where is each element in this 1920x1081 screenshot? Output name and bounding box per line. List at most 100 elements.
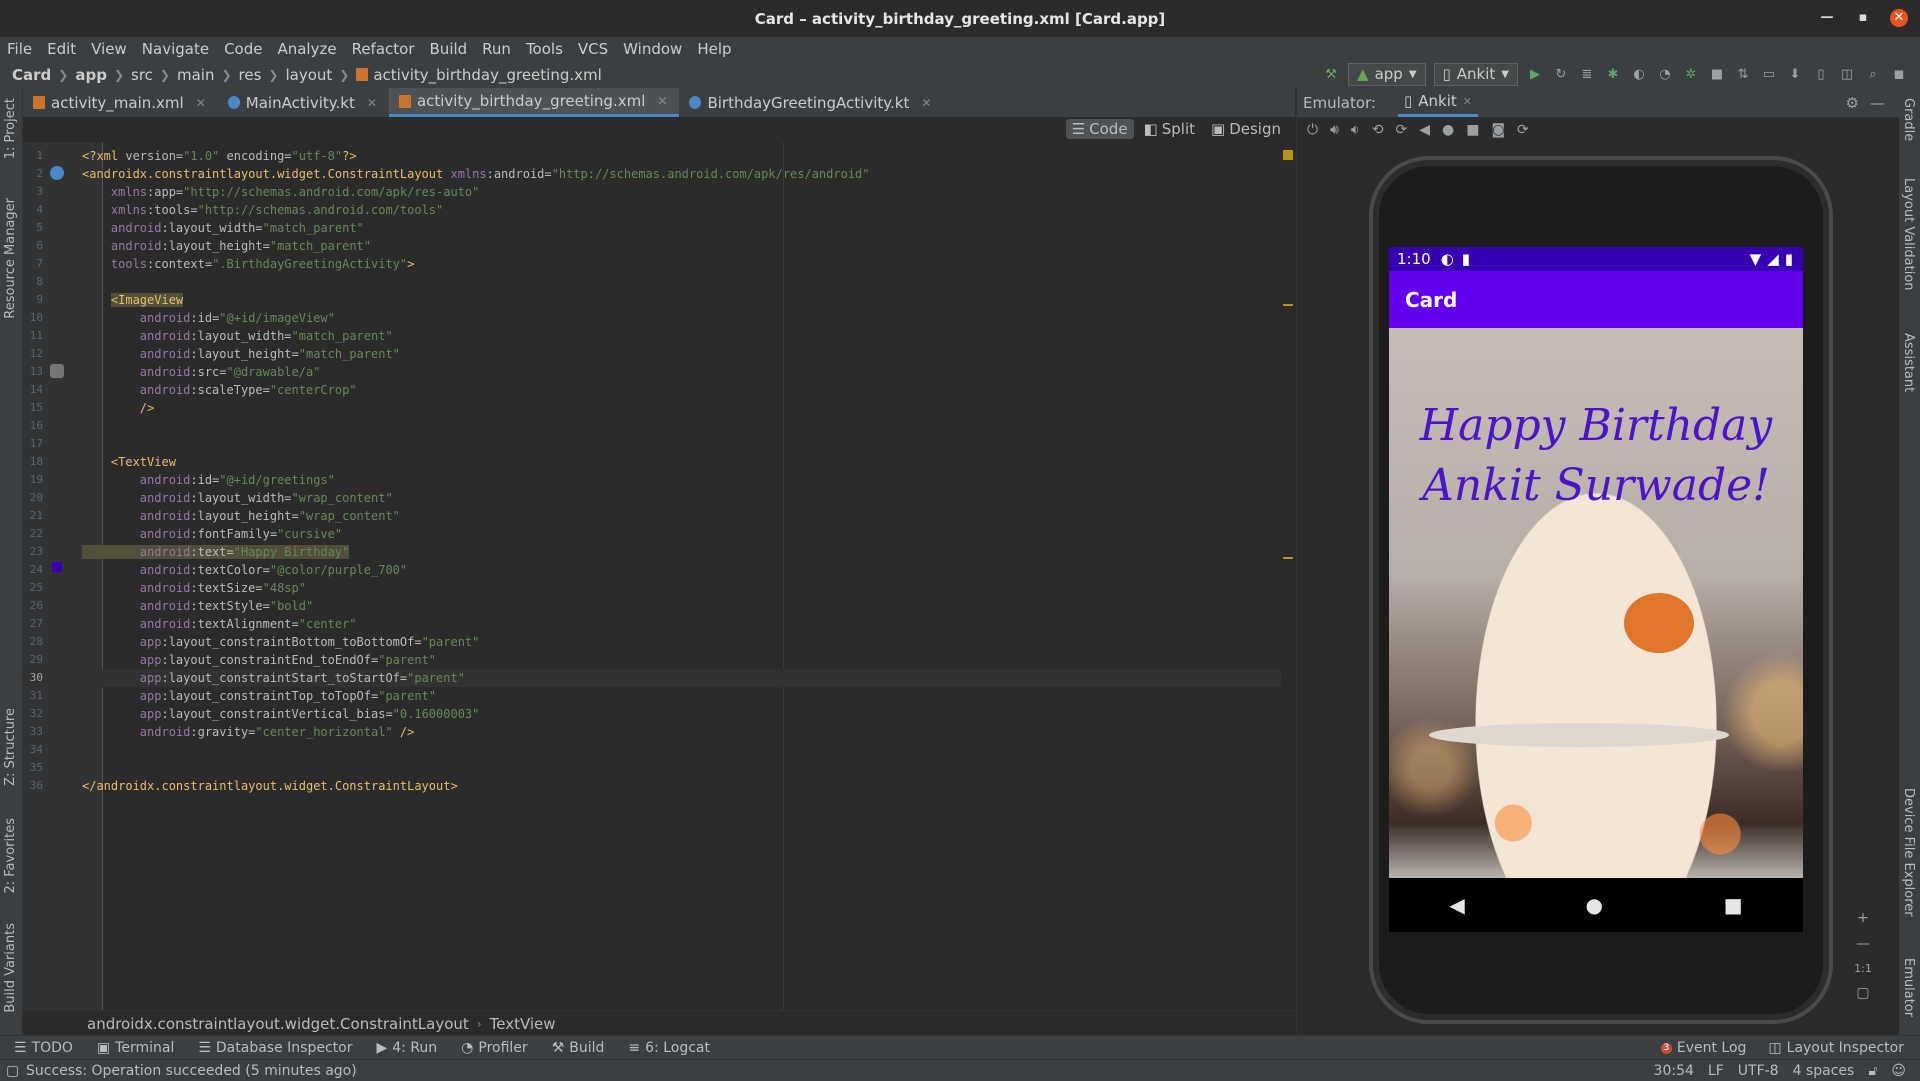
code-line[interactable]: 1 <?xml version="1.0" encoding="utf-8"?> (23, 147, 1295, 165)
run-icon[interactable]: ▶ (1526, 66, 1544, 84)
code-line[interactable]: 23 android:text="Happy Birthday" (23, 543, 1295, 561)
code-line[interactable]: 8 (23, 273, 1295, 291)
layout-inspector-button[interactable]: ◫ Layout Inspector (1768, 1040, 1904, 1056)
code-line[interactable]: 20 android:layout_width="wrap_content" (23, 489, 1295, 507)
tab-activity-main[interactable]: activity_main.xml ✕ (23, 88, 218, 117)
avd-manager-icon[interactable]: ▭ (1760, 66, 1778, 84)
code-line[interactable]: 36 </androidx.constraintlayout.widget.Con… (23, 777, 1295, 795)
code-line[interactable]: 2 <androidx.constraintlayout.widget.Const… (23, 165, 1295, 183)
overview-icon[interactable]: ■ (1466, 122, 1479, 138)
rotate-left-icon[interactable]: ⟲ (1372, 122, 1384, 138)
breadcrumb-app[interactable]: app (75, 66, 107, 84)
emulator-device-tab[interactable]: ▯ Ankit ✕ (1397, 88, 1478, 117)
zoom-in-icon[interactable]: + (1857, 910, 1869, 926)
event-log-button[interactable]: 3 Event Log (1660, 1040, 1746, 1056)
database-inspector-tool-button[interactable]: ☰ Database Inspector (198, 1040, 352, 1056)
device-file-explorer-tool-tab[interactable]: Device File Explorer (1901, 788, 1916, 917)
breadcrumb-file[interactable]: activity_birthday_greeting.xml (373, 66, 601, 84)
run-config-select[interactable]: ▲ app ▼ (1348, 63, 1426, 86)
close-tab-icon[interactable]: ✕ (1463, 95, 1472, 108)
volume-down-icon[interactable]: 🔉︎ (1351, 122, 1360, 138)
menu-navigate[interactable]: Navigate (135, 40, 217, 58)
device-manager-icon[interactable]: ▯ (1812, 66, 1830, 84)
zoom-fit-icon[interactable]: ▢ (1856, 985, 1869, 1001)
account-icon[interactable]: ◼ (1890, 66, 1908, 84)
code-line[interactable]: 29 app:layout_constraintEnd_toEndOf="par… (23, 651, 1295, 669)
code-line[interactable]: 16 (23, 417, 1295, 435)
menu-analyze[interactable]: Analyze (270, 40, 344, 58)
zoom-out-icon[interactable]: — (1856, 936, 1870, 952)
nav-back-icon[interactable]: ◀ (1449, 893, 1464, 917)
profile-icon[interactable]: ◔ (1656, 66, 1674, 84)
menu-edit[interactable]: Edit (40, 40, 84, 58)
search-icon[interactable]: ⌕ (1864, 66, 1882, 84)
close-tab-icon[interactable]: ✕ (196, 96, 206, 110)
code-line[interactable]: 14 android:scaleType="centerCrop" (23, 381, 1295, 399)
hammer-icon[interactable]: ⚒ (1322, 66, 1340, 84)
project-tool-tab[interactable]: 1: Project (3, 98, 18, 159)
menu-vcs[interactable]: VCS (571, 40, 616, 58)
close-icon[interactable]: ✕ (1890, 9, 1908, 27)
back-icon[interactable]: ◀ (1419, 122, 1430, 138)
code-line[interactable]: 19 android:id="@+id/greetings" (23, 471, 1295, 489)
stop-icon[interactable]: ■ (1708, 66, 1726, 84)
code-line[interactable]: 6 android:layout_height="match_parent" (23, 237, 1295, 255)
menu-refactor[interactable]: Refactor (345, 40, 423, 58)
split-mode-button[interactable]: ◧ Split (1138, 119, 1201, 139)
inspector-icon[interactable]: ☺ (1891, 1063, 1906, 1079)
nav-recents-icon[interactable]: ■ (1724, 893, 1743, 917)
terminal-tool-button[interactable]: ▣ Terminal (97, 1040, 174, 1056)
code-line[interactable]: 24 android:textColor="@color/purple_700" (23, 561, 1295, 579)
code-line[interactable]: 22 android:fontFamily="cursive" (23, 525, 1295, 543)
emulator-tool-tab[interactable]: Emulator (1901, 958, 1916, 1017)
close-tab-icon[interactable]: ✕ (657, 94, 667, 108)
status-panel-icon[interactable]: ▢ (6, 1063, 19, 1079)
layout-inspector-icon[interactable]: ◫ (1838, 66, 1856, 84)
menu-code[interactable]: Code (217, 40, 270, 58)
menu-build[interactable]: Build (423, 40, 476, 58)
tab-birthday-greeting-activity[interactable]: BirthdayGreetingActivity.kt ✕ (679, 88, 943, 117)
snapshot-icon[interactable]: ⟳ (1517, 122, 1529, 138)
profiler-tool-button[interactable]: ◔ Profiler (461, 1040, 528, 1056)
tab-main-activity[interactable]: MainActivity.kt ✕ (218, 88, 389, 117)
code-line[interactable]: 3 xmlns:app="http://schemas.android.com/… (23, 183, 1295, 201)
volume-up-icon[interactable]: 🔊︎ (1330, 122, 1339, 138)
code-line[interactable]: 17 (23, 435, 1295, 453)
menu-window[interactable]: Window (616, 40, 690, 58)
menu-view[interactable]: View (84, 40, 135, 58)
device-screen[interactable]: 1:10 ◐ ▮ ▼ ◢ ▮ Card Happy Birthday Ankit… (1389, 247, 1803, 932)
menu-run[interactable]: Run (475, 40, 519, 58)
code-line[interactable]: 27 android:textAlignment="center" (23, 615, 1295, 633)
code-line[interactable]: 5 android:layout_width="match_parent" (23, 219, 1295, 237)
gear-icon[interactable]: ⚙ (1846, 94, 1859, 112)
code-mode-button[interactable]: ☰ Code (1065, 119, 1134, 139)
lock-icon[interactable]: 🔓︎ (1868, 1063, 1877, 1079)
code-line[interactable]: 21 android:layout_height="wrap_content" (23, 507, 1295, 525)
assistant-tool-tab[interactable]: Assistant (1901, 333, 1916, 392)
logcat-tool-button[interactable]: ≡ 6: Logcat (628, 1040, 710, 1056)
code-line[interactable]: 31 app:layout_constraintTop_toTopOf="par… (23, 687, 1295, 705)
breadcrumb-src[interactable]: src (131, 66, 153, 84)
code-editor[interactable]: 1 <?xml version="1.0" encoding="utf-8"?> 2… (23, 142, 1295, 1010)
sdk-manager-icon[interactable]: ⬇ (1786, 66, 1804, 84)
maximize-icon[interactable]: ▪ (1854, 9, 1872, 27)
rotate-right-icon[interactable]: ⟳ (1395, 122, 1407, 138)
breadcrumb-card[interactable]: Card (12, 66, 51, 84)
code-line[interactable]: 18 <TextView (23, 453, 1295, 471)
code-line[interactable]: 28 app:layout_constraintBottom_toBottomO… (23, 633, 1295, 651)
debug-icon[interactable]: ✱ (1604, 66, 1622, 84)
code-line[interactable]: 26 android:textStyle="bold" (23, 597, 1295, 615)
file-encoding[interactable]: UTF-8 (1738, 1063, 1779, 1079)
code-line[interactable]: 11 android:layout_width="match_parent" (23, 327, 1295, 345)
coverage-icon[interactable]: ◐ (1630, 66, 1648, 84)
close-tab-icon[interactable]: ✕ (367, 96, 377, 110)
code-line[interactable]: 32 app:layout_constraintVertical_bias="0… (23, 705, 1295, 723)
indent-setting[interactable]: 4 spaces (1793, 1063, 1855, 1079)
device-select[interactable]: ▯ Ankit ▼ (1433, 63, 1518, 86)
zoom-1-1-button[interactable]: 1:1 (1854, 962, 1872, 975)
code-line[interactable]: 33 android:gravity="center_horizontal" /… (23, 723, 1295, 741)
menu-file[interactable]: File (0, 40, 40, 58)
minimize-panel-icon[interactable]: — (1870, 94, 1885, 112)
nav-home-icon[interactable]: ● (1586, 893, 1603, 917)
apply-changes-icon[interactable]: ≣ (1578, 66, 1596, 84)
